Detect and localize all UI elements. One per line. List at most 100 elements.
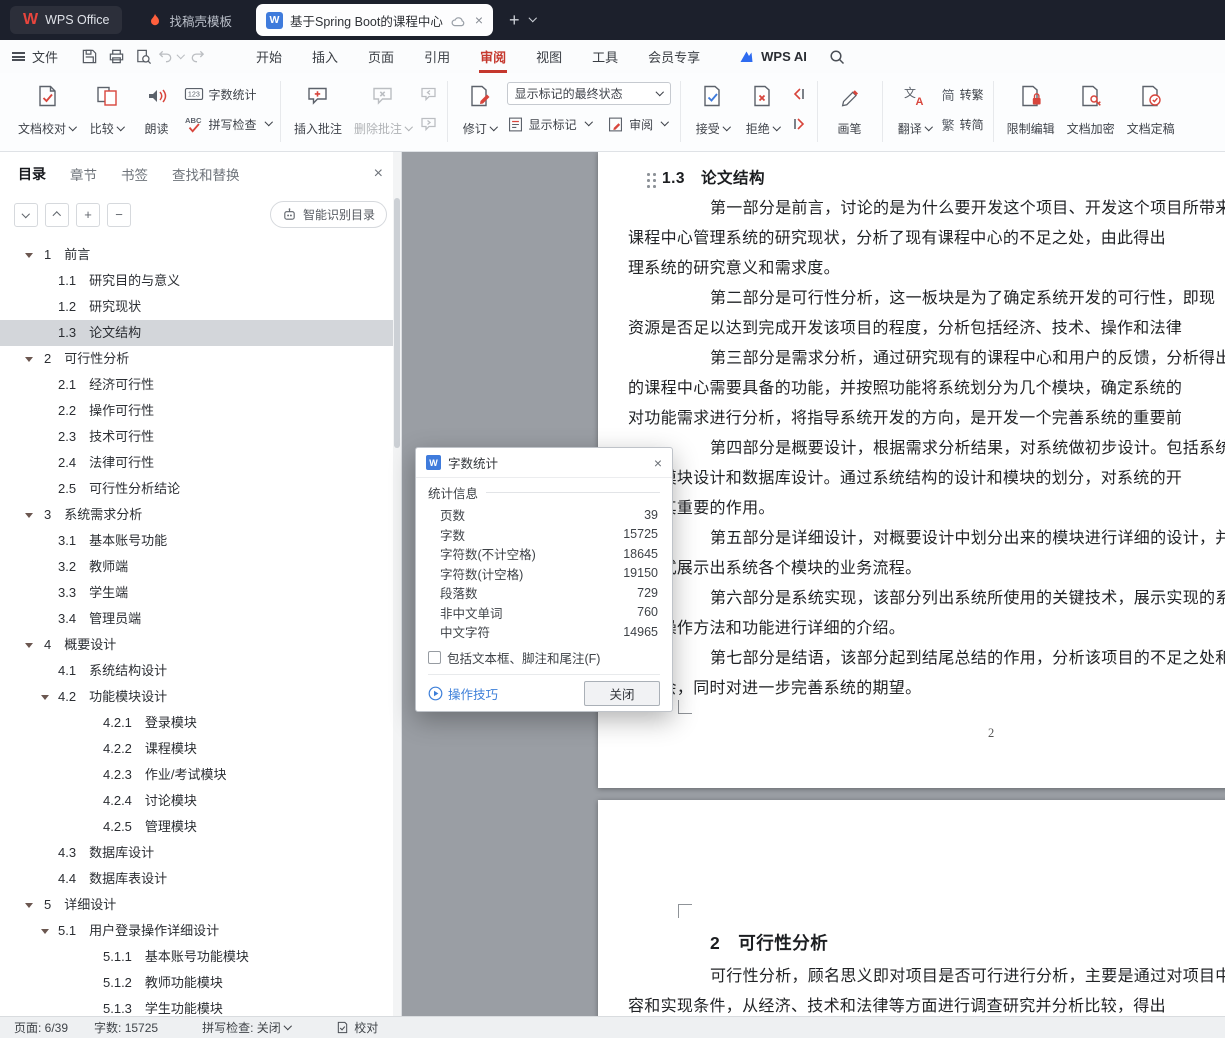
toc-item[interactable]: 2.4 法律可行性 xyxy=(0,450,401,476)
tab-find-replace[interactable]: 查找和替换 xyxy=(172,164,240,184)
tab-review[interactable]: 审阅 xyxy=(465,40,521,73)
undo-button[interactable] xyxy=(157,45,185,69)
tab-contents[interactable]: 目录 xyxy=(18,164,46,184)
close-dialog-button[interactable]: 关闭 xyxy=(584,680,660,706)
read-aloud-button[interactable]: 朗读 xyxy=(132,78,182,142)
close-tab-icon[interactable]: × xyxy=(475,12,483,28)
dialog-titlebar[interactable]: W 字数统计 × xyxy=(416,448,672,478)
toc-item[interactable]: 4.2.2 课程模块 xyxy=(0,736,401,762)
tab-reference[interactable]: 引用 xyxy=(409,40,465,73)
smart-toc-button[interactable]: 智能识别目录 xyxy=(269,201,387,228)
toc-item[interactable]: 2.2 操作可行性 xyxy=(0,398,401,424)
reject-button[interactable]: 拒绝 xyxy=(738,78,788,142)
wps-home-button[interactable]: W WPS Office xyxy=(10,6,123,34)
toc-item[interactable]: 3.1 基本账号功能 xyxy=(0,528,401,554)
doc-proofing-button[interactable]: 文档校对 xyxy=(12,78,82,142)
finalize-button[interactable]: 文档定稿 xyxy=(1121,78,1181,142)
toc-item-selected[interactable]: 1.3 论文结构 xyxy=(0,320,401,346)
toc-item[interactable]: 2.3 技术可行性 xyxy=(0,424,401,450)
tab-start[interactable]: 开始 xyxy=(241,40,297,73)
new-tab-button[interactable]: + xyxy=(509,11,520,29)
toc-item[interactable]: 2 可行性分析 xyxy=(0,346,401,372)
prev-change-button[interactable] xyxy=(790,82,808,106)
toc-item[interactable]: 5.1.1 基本账号功能模块 xyxy=(0,944,401,970)
track-changes-button[interactable]: 修订 xyxy=(455,78,505,142)
toc-item[interactable]: 4.3 数据库设计 xyxy=(0,840,401,866)
spell-check-toggle[interactable]: 拼写检查: 关闭 xyxy=(202,1019,292,1036)
include-textbox-checkbox[interactable]: 包括文本框、脚注和尾注(F) xyxy=(428,648,660,667)
paragraph-drag-handle[interactable] xyxy=(646,172,658,188)
tab-page[interactable]: 页面 xyxy=(353,40,409,73)
tabs-dropdown-icon[interactable] xyxy=(528,14,537,22)
to-simplified-button[interactable]: 繁 转简 xyxy=(942,112,984,136)
restrict-editing-button[interactable]: 限制编辑 xyxy=(1001,78,1061,142)
toc-item[interactable]: 1 前言 xyxy=(0,242,401,268)
close-sidebar-icon[interactable]: × xyxy=(374,165,383,183)
next-comment-button[interactable] xyxy=(420,112,438,136)
to-traditional-button[interactable]: 简 转繁 xyxy=(942,82,984,106)
toc-item[interactable]: 3.2 教师端 xyxy=(0,554,401,580)
toc-item[interactable]: 5 详细设计 xyxy=(0,892,401,918)
expand-arrow-icon[interactable] xyxy=(25,643,33,648)
redo-button[interactable] xyxy=(184,45,211,69)
toc-item[interactable]: 1.1 研究目的与意义 xyxy=(0,268,401,294)
tab-view[interactable]: 视图 xyxy=(521,40,577,73)
toc-item[interactable]: 3.3 学生端 xyxy=(0,580,401,606)
tab-bookmarks[interactable]: 书签 xyxy=(121,164,148,184)
document-page-2[interactable]: 1.3 论文结构 第一部分是前言，讨论的是为什么要开发这个项目、开发这个项目所带… xyxy=(598,152,1225,788)
tab-template-store[interactable]: 找稿壳模板 xyxy=(132,0,248,40)
ink-pen-button[interactable]: 画笔 xyxy=(825,78,875,142)
toc-item[interactable]: 4.1 系统结构设计 xyxy=(0,658,401,684)
expand-all-button[interactable]: + xyxy=(76,202,100,227)
show-markup-button[interactable]: 显示标记 xyxy=(507,112,593,136)
search-button[interactable] xyxy=(829,49,845,65)
checkbox-icon[interactable] xyxy=(428,650,441,664)
toc-item[interactable]: 5.1 用户登录操作详细设计 xyxy=(0,918,401,944)
collapse-heading-button[interactable] xyxy=(14,202,38,227)
collapse-all-button[interactable]: − xyxy=(107,202,131,227)
tab-insert[interactable]: 插入 xyxy=(297,40,353,73)
toc-item[interactable]: 2.5 可行性分析结论 xyxy=(0,476,401,502)
tips-link[interactable]: 操作技巧 xyxy=(428,684,498,703)
word-count-indicator[interactable]: 字数: 15725 xyxy=(94,1019,158,1036)
expand-arrow-icon[interactable] xyxy=(41,929,49,934)
print-button[interactable] xyxy=(103,45,130,69)
sidebar-scrollbar[interactable] xyxy=(393,152,401,1016)
prev-comment-button[interactable] xyxy=(420,82,438,106)
accept-button[interactable]: 接受 xyxy=(688,78,738,142)
expand-arrow-icon[interactable] xyxy=(25,513,33,518)
toc-item[interactable]: 4.2.5 管理模块 xyxy=(0,814,401,840)
toc-item[interactable]: 4.4 数据库表设计 xyxy=(0,866,401,892)
toc-item[interactable]: 4.2.4 讨论模块 xyxy=(0,788,401,814)
toc-item[interactable]: 3 系统需求分析 xyxy=(0,502,401,528)
wps-ai-button[interactable]: WPS AI xyxy=(739,49,807,64)
toc-item[interactable]: 4.2.3 作业/考试模块 xyxy=(0,762,401,788)
toc-item[interactable]: 5.1.2 教师功能模块 xyxy=(0,970,401,996)
expand-arrow-icon[interactable] xyxy=(25,903,33,908)
expand-arrow-icon[interactable] xyxy=(25,253,33,258)
tab-chapters[interactable]: 章节 xyxy=(70,164,97,184)
proofing-button[interactable]: 校对 xyxy=(336,1019,378,1036)
save-button[interactable] xyxy=(76,45,103,69)
next-change-button[interactable] xyxy=(790,112,808,136)
close-dialog-icon[interactable]: × xyxy=(654,455,662,471)
scrollbar-thumb[interactable] xyxy=(394,198,400,448)
toc-item[interactable]: 2.1 经济可行性 xyxy=(0,372,401,398)
expand-arrow-icon[interactable] xyxy=(25,357,33,362)
delete-comment-button[interactable]: 删除批注 xyxy=(348,78,418,142)
print-preview-button[interactable] xyxy=(130,45,157,69)
markup-state-select[interactable]: 显示标记的最终状态 xyxy=(506,82,671,105)
toc-item[interactable]: 1.2 研究现状 xyxy=(0,294,401,320)
tab-member[interactable]: 会员专享 xyxy=(633,40,715,73)
translate-button[interactable]: 文A 翻译 xyxy=(890,78,940,142)
insert-comment-button[interactable]: 插入批注 xyxy=(288,78,348,142)
spell-check-button[interactable]: ABC 拼写检查 xyxy=(184,112,273,136)
review-mode-button[interactable]: 审阅 xyxy=(607,112,669,136)
toc-item[interactable]: 4.2.1 登录模块 xyxy=(0,710,401,736)
word-count-button[interactable]: 123 字数统计 xyxy=(184,82,272,106)
encrypt-button[interactable]: 文档加密 xyxy=(1061,78,1121,142)
document-page-3[interactable]: 2 可行性分析 可行性分析，顾名思义即对项目是否可行进行分析，主要是通过对项目中… xyxy=(598,800,1225,1016)
file-menu[interactable]: 文件 xyxy=(12,47,58,66)
page-indicator[interactable]: 页面: 6/39 xyxy=(14,1019,68,1036)
tab-document-active[interactable]: W 基于Spring Boot的课程中心 × xyxy=(256,4,494,36)
